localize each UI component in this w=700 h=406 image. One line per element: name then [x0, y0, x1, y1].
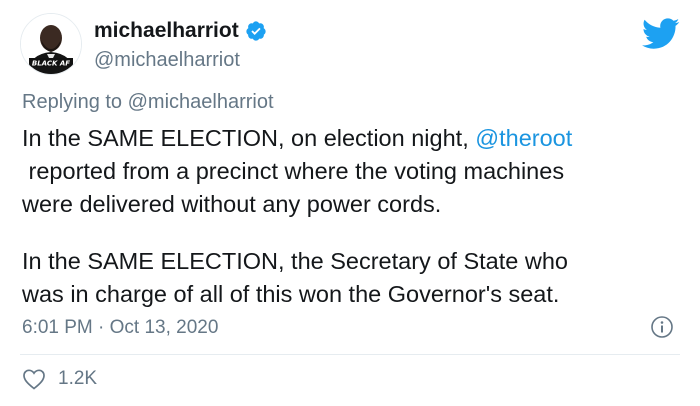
like-count: 1.2K	[58, 368, 98, 389]
author-handle[interactable]: @michaelharriot	[94, 48, 240, 72]
tweet-text-segment: reported from a precinct where the votin…	[28, 158, 565, 184]
tweet-text-line: reported from a precinct where the votin…	[22, 155, 682, 188]
tweet-text-segment: In the SAME ELECTION, the Secretary of S…	[22, 248, 568, 274]
heart-icon[interactable]	[22, 368, 46, 390]
twitter-bird-icon[interactable]	[642, 18, 680, 50]
tweet-text-line: were delivered without any power cords.	[22, 188, 682, 221]
divider	[20, 354, 680, 355]
verified-badge-icon	[245, 20, 267, 42]
avatar-caption: BLACK AF	[32, 60, 70, 68]
tweet-card: BLACK AF michaelharriot @michaelharriot …	[0, 0, 700, 406]
mention-link[interactable]: @theroot	[475, 125, 572, 151]
like-action[interactable]: 1.2K	[22, 368, 97, 390]
tweet-text-line: was in charge of all of this won the Gov…	[22, 278, 682, 311]
avatar-image: BLACK AF	[21, 14, 81, 74]
tweet-text-line: In the SAME ELECTION, on election night,…	[22, 122, 682, 155]
replying-to-link[interactable]: @michaelharriot	[128, 91, 274, 113]
replying-to: Replying to @michaelharriot	[22, 90, 274, 114]
replying-to-prefix: Replying to	[22, 91, 123, 113]
info-icon[interactable]	[650, 315, 674, 339]
display-name[interactable]: michaelharriot	[94, 19, 239, 43]
tweet-text-line: In the SAME ELECTION, the Secretary of S…	[22, 245, 682, 278]
tweet-timestamp[interactable]: 6:01 PM · Oct 13, 2020	[22, 316, 218, 340]
tweet-text-segment: was in charge of all of this won the Gov…	[22, 281, 560, 307]
tweet-text: In the SAME ELECTION, on election night,…	[22, 122, 682, 311]
author-name-row: michaelharriot	[94, 19, 267, 43]
avatar[interactable]: BLACK AF	[20, 13, 82, 75]
tweet-text-segment: were delivered without any power cords.	[22, 191, 442, 217]
tweet-text-segment: In the SAME ELECTION, on election night,	[22, 125, 469, 151]
